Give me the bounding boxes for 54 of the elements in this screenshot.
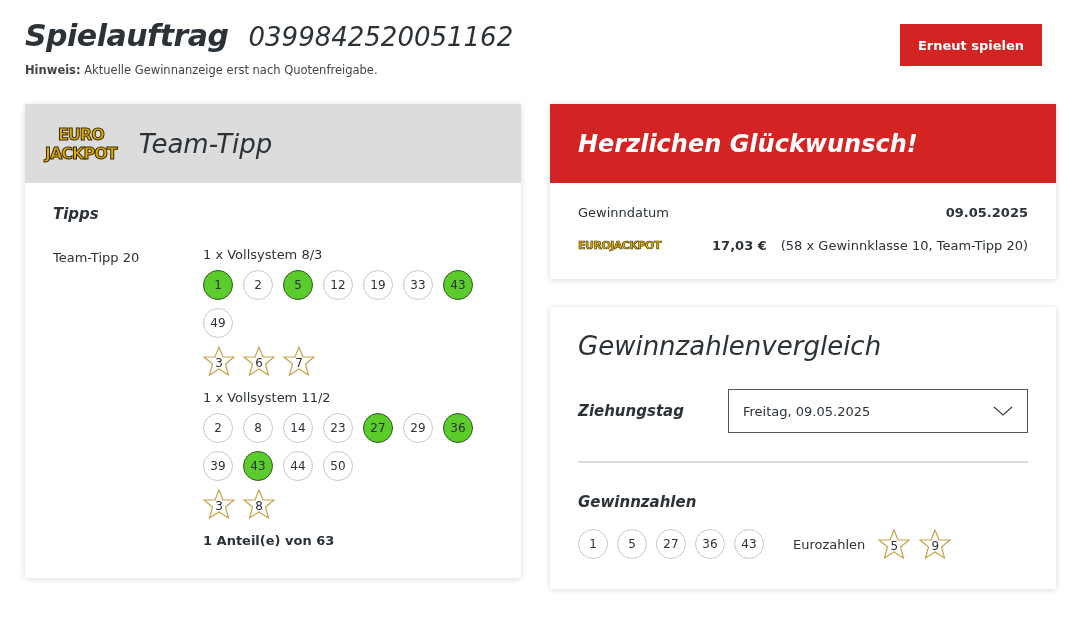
star-number: 7 [283, 346, 315, 376]
number-ball: 36 [695, 529, 725, 559]
number-ball: 23 [323, 413, 353, 443]
play-again-button[interactable]: Erneut spielen [900, 24, 1042, 66]
star-number: 8 [243, 489, 275, 519]
number-ball: 27 [656, 529, 686, 559]
number-ball: 43 [734, 529, 764, 559]
card-title: Gewinnzahlenvergleich [578, 331, 883, 361]
lottery-logo: EURO JACKPOT [45, 124, 117, 163]
page-title: Spielauftrag [25, 18, 229, 53]
card-title: Team-Tipp [138, 128, 273, 159]
number-ball: 29 [403, 413, 433, 443]
number-ball: 50 [323, 451, 353, 481]
number-ball: 2 [243, 270, 273, 300]
draw-label: Ziehungstag [578, 402, 685, 420]
system-label: 1 x Vollsystem 11/2 [203, 390, 332, 405]
number-ball: 1 [203, 270, 233, 300]
star-number: 6 [243, 346, 275, 376]
number-ball: 8 [243, 413, 273, 443]
number-ball: 39 [203, 451, 233, 481]
number-ball: 43 [443, 270, 473, 300]
section-title: Tipps [53, 205, 100, 223]
numbers-title: Gewinnzahlen [578, 493, 698, 511]
order-number: 0399842520051162 [248, 22, 514, 52]
number-ball: 5 [617, 529, 647, 559]
euro-label: Eurozahlen [793, 536, 866, 552]
shares-text: 1 Anteil(e) von 63 [203, 533, 336, 548]
star-number: 3 [203, 489, 235, 519]
number-ball: 5 [283, 270, 313, 300]
number-ball: 19 [363, 270, 393, 300]
number-ball: 49 [203, 308, 233, 338]
tipp-label: Team-Tipp 20 [53, 250, 140, 265]
draw-date-select[interactable]: Freitag, 09.05.2025 [728, 389, 1028, 433]
win-date: 09.05.2025 [945, 205, 1028, 220]
win-detail: (58 x Gewinnklasse 10, Team-Tipp 20) [780, 238, 1028, 253]
number-ball: 36 [443, 413, 473, 443]
star-number: 5 [878, 529, 911, 559]
lottery-logo: EUROJACKPOT [578, 239, 661, 252]
card-title: Herzlichen Glückwunsch! [578, 129, 918, 158]
number-ball: 33 [403, 270, 433, 300]
number-ball: 14 [283, 413, 313, 443]
number-ball: 1 [578, 529, 608, 559]
star-number: 9 [919, 529, 952, 559]
number-ball: 2 [203, 413, 233, 443]
system-label: 1 x Vollsystem 8/3 [203, 247, 324, 262]
number-ball: 27 [363, 413, 393, 443]
number-ball: 12 [323, 270, 353, 300]
chevron-down-icon [993, 406, 1013, 416]
star-number: 3 [203, 346, 235, 376]
number-ball: 44 [283, 451, 313, 481]
number-ball: 43 [243, 451, 273, 481]
win-amount: 17,03 € [712, 238, 767, 253]
hint-text: Hinweis: Aktuelle Gewinnanzeige erst nach Quotenfreigabe. [25, 63, 379, 77]
date-label: Gewinndatum [578, 205, 669, 220]
